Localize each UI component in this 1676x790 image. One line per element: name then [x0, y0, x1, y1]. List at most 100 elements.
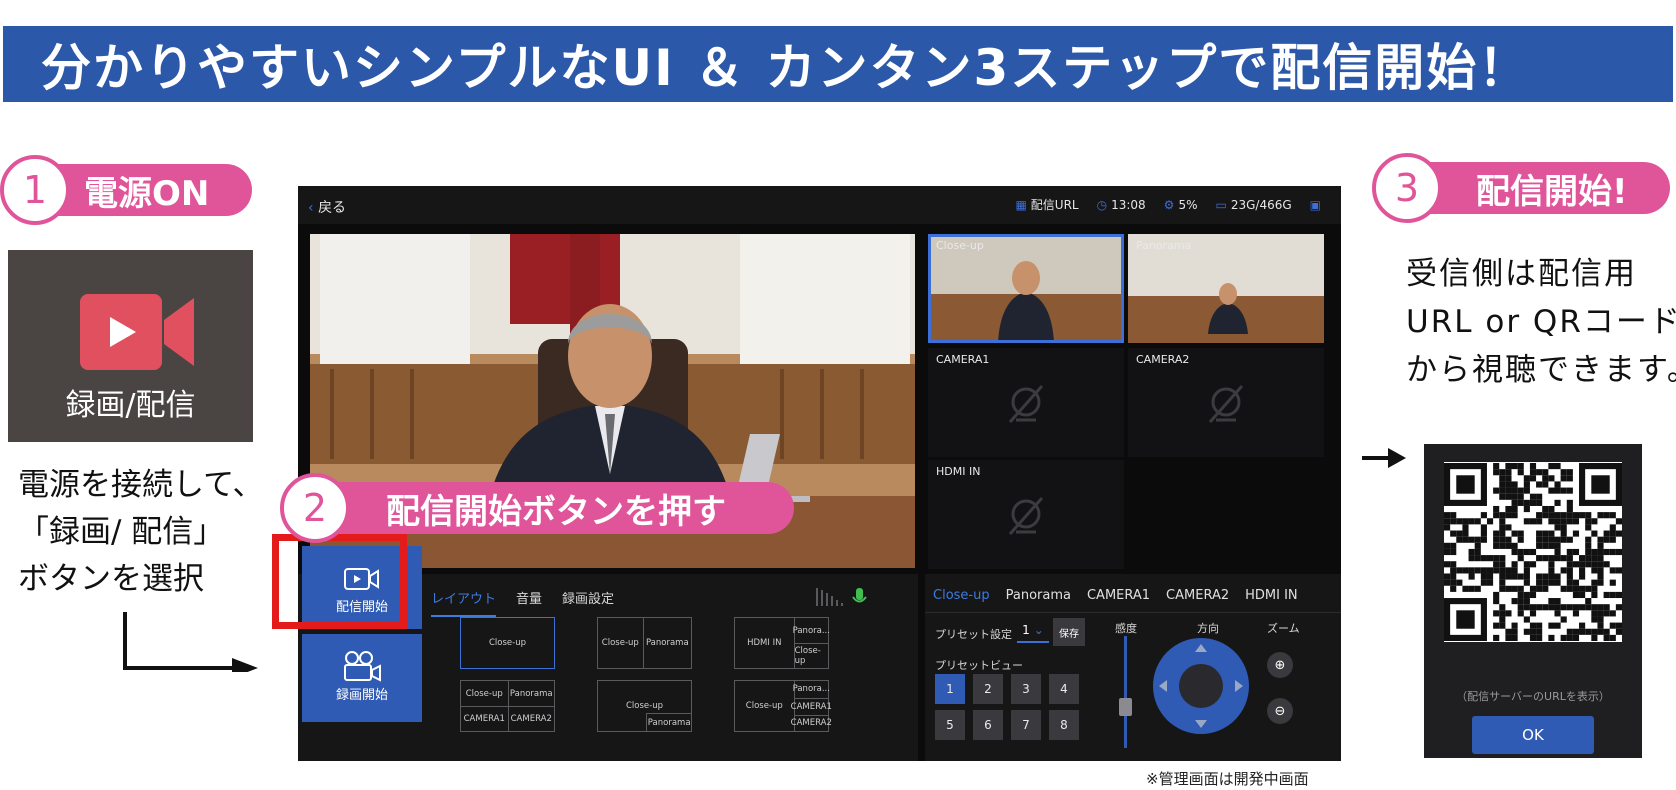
preset-button-6[interactable]: 6: [973, 710, 1003, 740]
streaming-app-window: ‹ 戻る ▦ 配信URL ◷ 13:08 ⚙ 5% ▭ 23G/466G ▣ C…: [298, 186, 1341, 761]
layout-option-5[interactable]: Close-up Panorama: [597, 680, 692, 732]
qr-code-icon: ▦: [1015, 198, 1027, 212]
thumbnail-camera1[interactable]: CAMERA1: [928, 348, 1124, 457]
start-record-button[interactable]: 録画開始: [302, 634, 422, 722]
highlight-frame: [272, 534, 407, 629]
layout-tabs: レイアウト 音量 録画設定: [431, 588, 614, 617]
step-1-instructions: 電源を接続して、 「録画/ 配信」 ボタンを選択: [18, 467, 264, 597]
layout-cell: Close-up: [601, 638, 639, 648]
qr-code: [1444, 462, 1622, 642]
layout-cell: Close-up: [465, 688, 503, 699]
thumbnail-label: Close-up: [936, 239, 984, 252]
layout-cell: Panorama: [507, 681, 555, 706]
zoom-in-icon[interactable]: ⊕: [1267, 652, 1293, 678]
banner: 分かりやすいシンプルなUI ＆ カンタン3ステップで配信開始！: [3, 26, 1673, 102]
video-camera-icon: [80, 294, 194, 370]
camera-tab-panorama[interactable]: Panorama: [1006, 588, 1071, 603]
layout-option-2[interactable]: Close-up Panorama: [597, 617, 692, 669]
layout-cell: Close-up: [793, 643, 828, 668]
layout-option-4[interactable]: Close-up Panorama CAMERA1 CAMERA2: [460, 680, 555, 732]
thumbnail-label: CAMERA2: [1136, 353, 1190, 366]
footnote: ※管理画面は開発中画面: [1146, 770, 1309, 788]
audio-level-meter: [816, 588, 867, 606]
time-value: 13:08: [1111, 197, 1146, 212]
step-3-number: 3: [1372, 153, 1442, 223]
app-topbar: ‹ 戻る ▦ 配信URL ◷ 13:08 ⚙ 5% ▭ 23G/466G ▣: [298, 186, 1341, 224]
divider: [925, 612, 1341, 613]
camera-tabs: Close-up Panorama CAMERA1 CAMERA2 HDMI I…: [933, 588, 1298, 603]
zoom-label: ズーム: [1267, 622, 1300, 635]
layout-option-6[interactable]: Close-up Panora... CAMERA1 CAMERA2: [734, 680, 832, 732]
camera-tab-camera2[interactable]: CAMERA2: [1166, 588, 1229, 603]
layout-cell: HDMI IN: [747, 638, 782, 648]
thumbnail-label: Panorama: [1136, 239, 1192, 252]
time-status: ◷ 13:08: [1097, 198, 1146, 212]
device-button-label: 録画/配信: [65, 388, 196, 423]
layout-cell: CAMERA1: [461, 706, 508, 731]
sensitivity-slider[interactable]: [1119, 636, 1133, 748]
storage-icon: ▭: [1215, 197, 1227, 212]
camera-off-icon: [1008, 385, 1044, 423]
tab-record-settings[interactable]: 録画設定: [562, 588, 614, 617]
banner-title: 分かりやすいシンプルなUI ＆ カンタン3ステップで配信開始！: [41, 39, 1531, 97]
camera-tab-camera1[interactable]: CAMERA1: [1087, 588, 1150, 603]
preset-button-5[interactable]: 5: [935, 710, 965, 740]
preset-button-3[interactable]: 3: [1011, 674, 1041, 704]
preset-select[interactable]: 1 ⌄: [1017, 619, 1049, 643]
back-button[interactable]: ‹ 戻る: [308, 197, 346, 217]
save-preset-button[interactable]: 保存: [1053, 618, 1085, 646]
thumbnail-label: HDMI IN: [936, 465, 981, 478]
arrow-right-icon: [1362, 448, 1406, 468]
layout-cell: CAMERA2: [507, 706, 554, 731]
preset-value: 1: [1022, 623, 1030, 637]
record-stream-device-button[interactable]: 録画/配信: [8, 250, 253, 442]
qr-code-icon: [1444, 463, 1622, 641]
camera-tab-close-up[interactable]: Close-up: [933, 588, 990, 603]
start-record-label: 録画開始: [335, 688, 388, 703]
thumbnail-hdmi-in[interactable]: HDMI IN: [928, 460, 1124, 569]
microphone-icon: [856, 588, 863, 600]
preset-view-label: プリセットビュー: [935, 659, 1023, 672]
camera-control-panel: Close-up Panorama CAMERA1 CAMERA2 HDMI I…: [925, 574, 1341, 761]
back-label: 戻る: [318, 200, 347, 216]
step-2-number: 2: [280, 473, 350, 543]
preset-button-2[interactable]: 2: [973, 674, 1003, 704]
layout-option-1[interactable]: Close-up: [460, 617, 555, 669]
layout-cell: Close-up: [488, 638, 526, 648]
preset-button-1[interactable]: 1: [935, 674, 965, 704]
settings-icon[interactable]: ▣: [1310, 198, 1321, 212]
status-bar: ▦ 配信URL ◷ 13:08 ⚙ 5% ▭ 23G/466G ▣: [1015, 196, 1325, 213]
storage-value: 23G/466G: [1230, 197, 1292, 212]
thumbnail-close-up[interactable]: Close-up: [928, 234, 1124, 343]
step-1-number: 1: [0, 155, 70, 225]
chevron-down-icon: ⌄: [1033, 623, 1044, 637]
step-1-pill: 1 電源ON: [0, 155, 252, 225]
layout-option-3[interactable]: HDMI IN Panora... Close-up: [734, 617, 830, 669]
preset-button-7[interactable]: 7: [1011, 710, 1041, 740]
direction-label: 方向: [1197, 622, 1219, 635]
camera-tab-hdmi-in[interactable]: HDMI IN: [1245, 588, 1298, 603]
direction-pad[interactable]: [1151, 636, 1251, 736]
qr-hint-text: （配信サーバーのURLを表示）: [1456, 690, 1610, 703]
sensitivity-label: 感度: [1115, 622, 1137, 635]
preset-button-4[interactable]: 4: [1049, 674, 1079, 704]
layout-cell: Panora...: [793, 618, 830, 643]
movie-camera-icon: [344, 651, 381, 682]
thumbnail-label: CAMERA1: [936, 353, 990, 366]
tab-layout[interactable]: レイアウト: [431, 588, 497, 617]
arrow-right-icon: [123, 612, 258, 672]
camera-off-icon: [1008, 497, 1044, 535]
camera-off-icon: [1208, 385, 1244, 423]
layout-cell: CAMERA1: [791, 697, 832, 715]
layout-cell: Panora...: [793, 681, 830, 698]
cpu-value: 5%: [1178, 197, 1198, 212]
preset-button-8[interactable]: 8: [1049, 710, 1079, 740]
thumbnail-panorama[interactable]: Panorama: [1128, 234, 1324, 343]
tab-volume[interactable]: 音量: [516, 588, 542, 617]
ok-button[interactable]: OK: [1472, 716, 1594, 754]
step-2-pill: 2 配信開始ボタンを押す: [280, 473, 794, 543]
chevron-left-icon: ‹: [308, 200, 314, 216]
stream-url-button[interactable]: ▦ 配信URL: [1015, 196, 1078, 213]
thumbnail-camera2[interactable]: CAMERA2: [1128, 348, 1324, 457]
zoom-out-icon[interactable]: ⊖: [1267, 698, 1293, 724]
